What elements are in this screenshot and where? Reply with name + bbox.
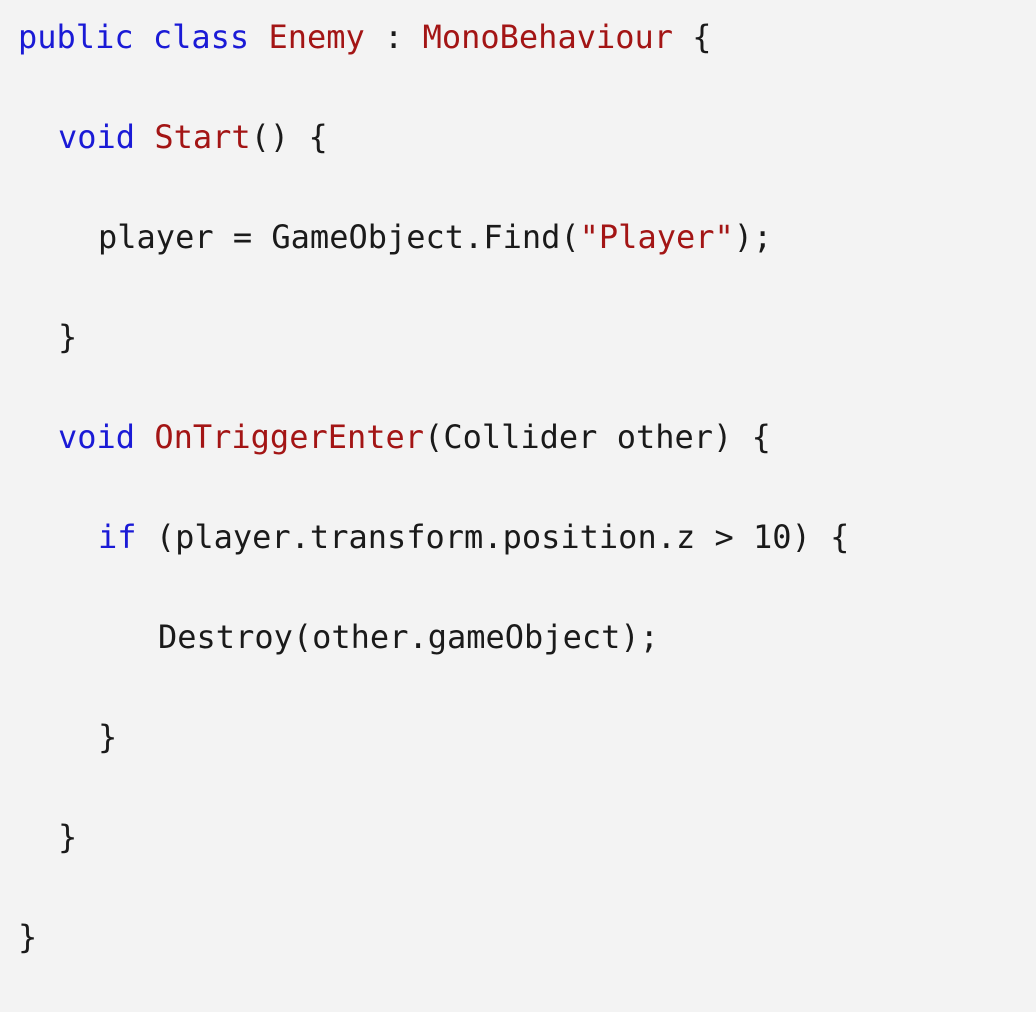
code-line: } [18,912,849,962]
method-name-token: OnTriggerEnter [154,418,425,456]
code-line: } [18,712,849,762]
code-line: if (player.transform.position.z > 10) { [18,512,849,562]
code-line: Destroy(other.gameObject); [18,612,849,662]
string-token: "Player" [579,218,734,256]
code-line: void OnTriggerEnter(Collider other) { [18,412,849,462]
keyword-token: if [98,518,137,556]
plain-token: } [58,818,78,856]
plain-token: Destroy(other.gameObject); [158,618,659,656]
code-line: } [18,812,849,862]
plain-token: } [58,318,78,356]
plain-token: } [18,918,38,956]
keyword-token: void [58,418,136,456]
plain-token: () { [250,118,328,156]
keyword-token: class [152,18,250,56]
code-line: void Start() { [18,112,849,162]
plain-token: { [673,18,712,56]
plain-token: : [364,18,423,56]
type-token: Enemy [268,18,365,56]
keyword-token: void [58,118,136,156]
plain-token: (Collider other) { [424,418,771,456]
plain-token: ); [733,218,773,256]
code-line: player = GameObject.Find("Player"); [18,212,849,262]
plain-token: player = GameObject.Find( [98,218,580,256]
plain-token: (player.transform.position.z > 10) { [136,518,850,556]
keyword-token: public [18,18,134,56]
method-name-token: Start [154,118,251,156]
type-token: MonoBehaviour [422,18,674,56]
code-line: public class Enemy : MonoBehaviour { [18,12,849,62]
code-line: } [18,312,849,362]
plain-token: } [98,718,118,756]
code-block: public class Enemy : MonoBehaviour { voi… [18,12,849,1012]
